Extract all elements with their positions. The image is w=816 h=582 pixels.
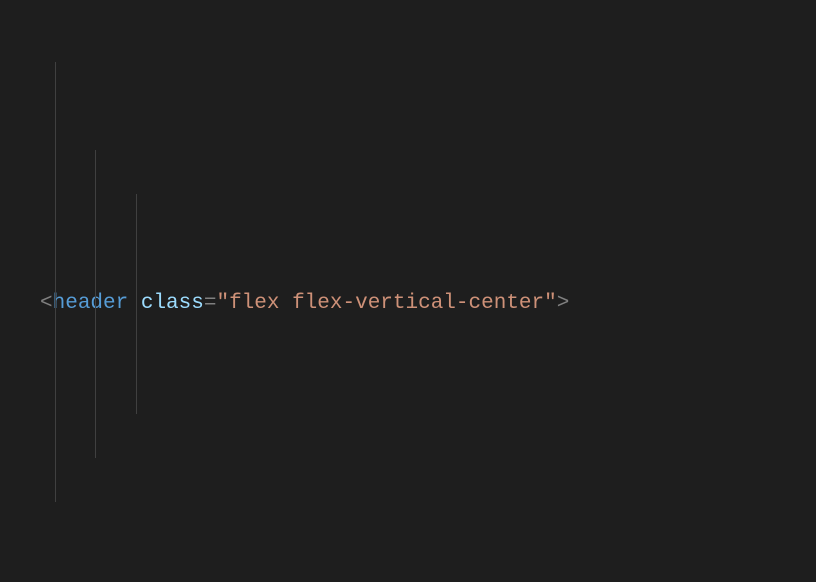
- header-class-value: "flex flex-vertical-center": [216, 282, 556, 326]
- code-line-blank: [0, 502, 816, 546]
- attr-class: class: [141, 282, 204, 326]
- angle-open: <: [40, 282, 53, 326]
- equals: =: [204, 282, 217, 326]
- code-line: <header class="flex flex-vertical-center…: [0, 282, 816, 326]
- code-editor[interactable]: <header class="flex flex-vertical-center…: [0, 0, 816, 582]
- angle-close: >: [557, 282, 570, 326]
- indent-guides: [0, 0, 50, 220]
- tag-header: header: [53, 282, 129, 326]
